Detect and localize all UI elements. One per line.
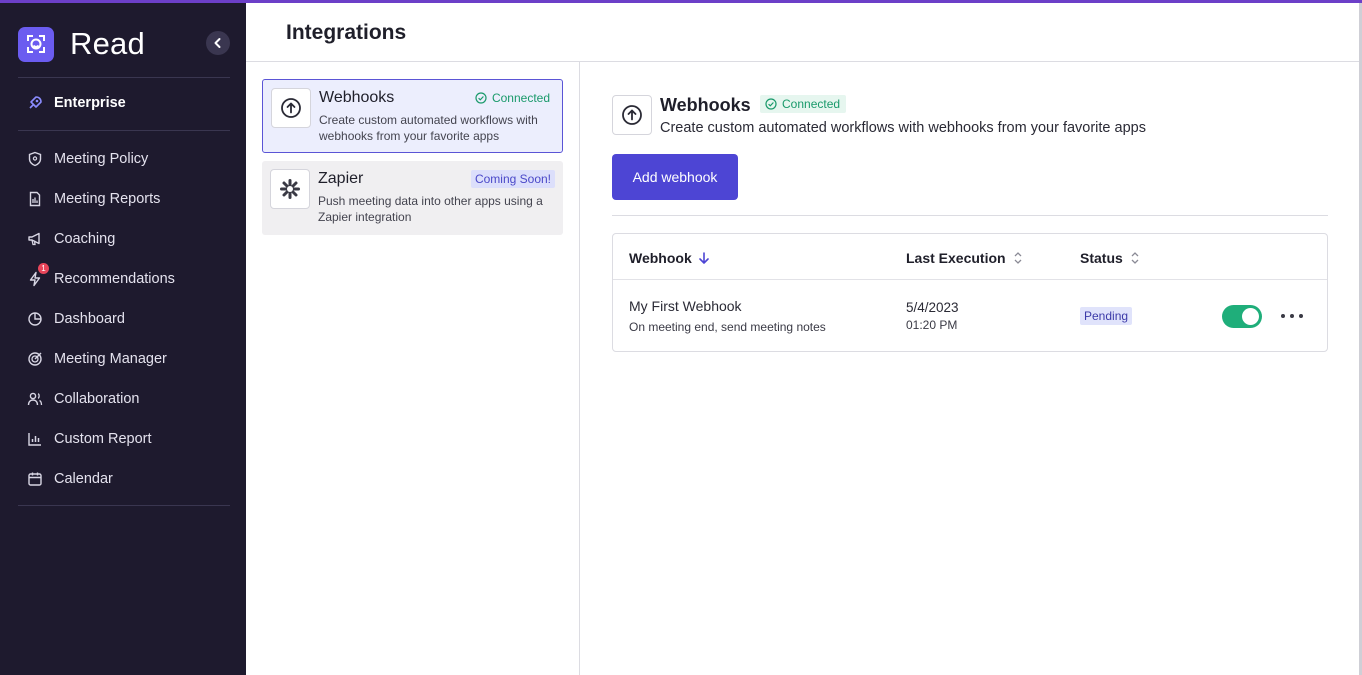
integration-list: Webhooks Connected Create custom automat… xyxy=(246,62,580,675)
status-label: Connected xyxy=(491,91,550,105)
sidebar-item-recommendations[interactable]: 1 Recommendations xyxy=(26,263,175,291)
sidebar-item-label: Meeting Policy xyxy=(54,151,149,167)
column-label: Status xyxy=(1080,250,1123,266)
sidebar-item-meeting-policy[interactable]: Meeting Policy xyxy=(26,147,148,171)
read-logo-icon xyxy=(18,26,54,62)
sidebar-divider xyxy=(18,130,230,131)
enable-webhook-toggle[interactable] xyxy=(1222,305,1262,328)
webhook-name: My First Webhook xyxy=(629,298,742,314)
sidebar-item-dashboard[interactable]: Dashboard xyxy=(26,307,125,331)
last-execution-time: 01:20 PM xyxy=(906,318,958,332)
check-circle-icon xyxy=(475,92,487,104)
sort-icon xyxy=(1131,252,1139,264)
integration-description: Push meeting data into other apps using … xyxy=(318,194,543,224)
toggle-knob xyxy=(1242,308,1259,325)
add-webhook-button[interactable]: Add webhook xyxy=(612,154,738,200)
lightning-icon: 1 xyxy=(26,263,49,288)
section-divider xyxy=(612,215,1328,216)
sidebar-item-label: Coaching xyxy=(54,231,116,247)
sort-icon xyxy=(1014,252,1022,264)
sidebar-item-meeting-reports[interactable]: Meeting Reports xyxy=(26,187,160,211)
column-label: Last Execution xyxy=(906,250,1006,266)
sidebar-item-label: Collaboration xyxy=(54,391,140,407)
column-header-status[interactable]: Status xyxy=(1080,250,1141,266)
megaphone-icon xyxy=(26,230,44,248)
app-name: Read xyxy=(70,26,145,61)
sidebar-item-enterprise[interactable]: Enterprise xyxy=(26,91,126,115)
sidebar-item-label: Meeting Reports xyxy=(54,191,161,207)
sidebar-item-meeting-manager[interactable]: Meeting Manager xyxy=(26,347,167,371)
calendar-icon xyxy=(26,470,44,488)
chevron-left-icon xyxy=(214,38,221,48)
check-circle-icon xyxy=(765,98,777,110)
sidebar: Read Enterprise Meeting Policy Meeting R… xyxy=(0,0,246,675)
sidebar-item-label: Recommendations xyxy=(54,271,175,287)
notification-badge: 1 xyxy=(38,263,49,274)
status-label: Connected xyxy=(782,97,841,111)
sidebar-item-label: Enterprise xyxy=(54,95,126,111)
webhook-trigger: On meeting end, send meeting notes xyxy=(629,320,826,334)
table-header-divider xyxy=(613,279,1327,280)
column-header-webhook[interactable]: Webhook xyxy=(629,250,710,266)
integration-card-zapier[interactable]: Zapier Coming Soon! Push meeting data in… xyxy=(262,161,563,235)
webhook-icon xyxy=(612,95,652,135)
pie-chart-icon xyxy=(26,310,44,328)
status-badge: Pending xyxy=(1080,307,1133,325)
sidebar-item-label: Dashboard xyxy=(54,311,125,327)
integration-name: Zapier xyxy=(318,170,364,187)
document-icon xyxy=(26,190,44,208)
collapse-sidebar-button[interactable] xyxy=(206,31,230,55)
sidebar-item-calendar[interactable]: Calendar xyxy=(26,467,113,491)
detail-description: Create custom automated workflows with w… xyxy=(660,120,1146,136)
top-accent-bar xyxy=(0,0,1362,3)
status-badge: Connected xyxy=(760,95,847,113)
sidebar-item-collaboration[interactable]: Collaboration xyxy=(26,387,139,411)
shield-icon xyxy=(26,150,44,168)
brand[interactable]: Read xyxy=(18,26,145,62)
sidebar-item-label: Calendar xyxy=(54,471,113,487)
bar-chart-icon xyxy=(26,430,44,448)
users-icon xyxy=(26,390,44,408)
integration-card-webhooks[interactable]: Webhooks Connected Create custom automat… xyxy=(262,79,563,153)
sort-down-icon xyxy=(698,252,709,264)
webhook-icon xyxy=(271,88,311,128)
webhooks-table: Webhook Last Execution Status My First W… xyxy=(612,233,1328,352)
sidebar-divider xyxy=(18,505,230,506)
rocket-icon xyxy=(26,94,44,112)
status-badge: Coming Soon! xyxy=(470,170,555,188)
column-label: Webhook xyxy=(629,250,692,266)
sidebar-item-label: Custom Report xyxy=(54,431,152,447)
sidebar-item-coaching[interactable]: Coaching xyxy=(26,227,115,251)
detail-title: Webhooks xyxy=(660,95,751,115)
sidebar-divider xyxy=(18,77,230,78)
integration-detail: Webhooks Connected Create custom automat… xyxy=(580,62,1360,675)
zapier-icon xyxy=(270,169,310,209)
last-execution-date: 5/4/2023 xyxy=(906,300,959,315)
integration-description: Create custom automated workflows with w… xyxy=(319,113,538,143)
page-title: Integrations xyxy=(286,21,407,44)
integration-name: Webhooks xyxy=(319,89,395,106)
more-options-icon[interactable] xyxy=(1281,306,1303,326)
target-icon xyxy=(26,350,44,368)
status-badge: Connected xyxy=(475,91,550,105)
column-header-last-execution[interactable]: Last Execution xyxy=(906,250,1024,266)
sidebar-item-custom-report[interactable]: Custom Report xyxy=(26,427,152,451)
sidebar-item-label: Meeting Manager xyxy=(54,351,167,367)
page-header: Integrations xyxy=(246,3,1360,62)
